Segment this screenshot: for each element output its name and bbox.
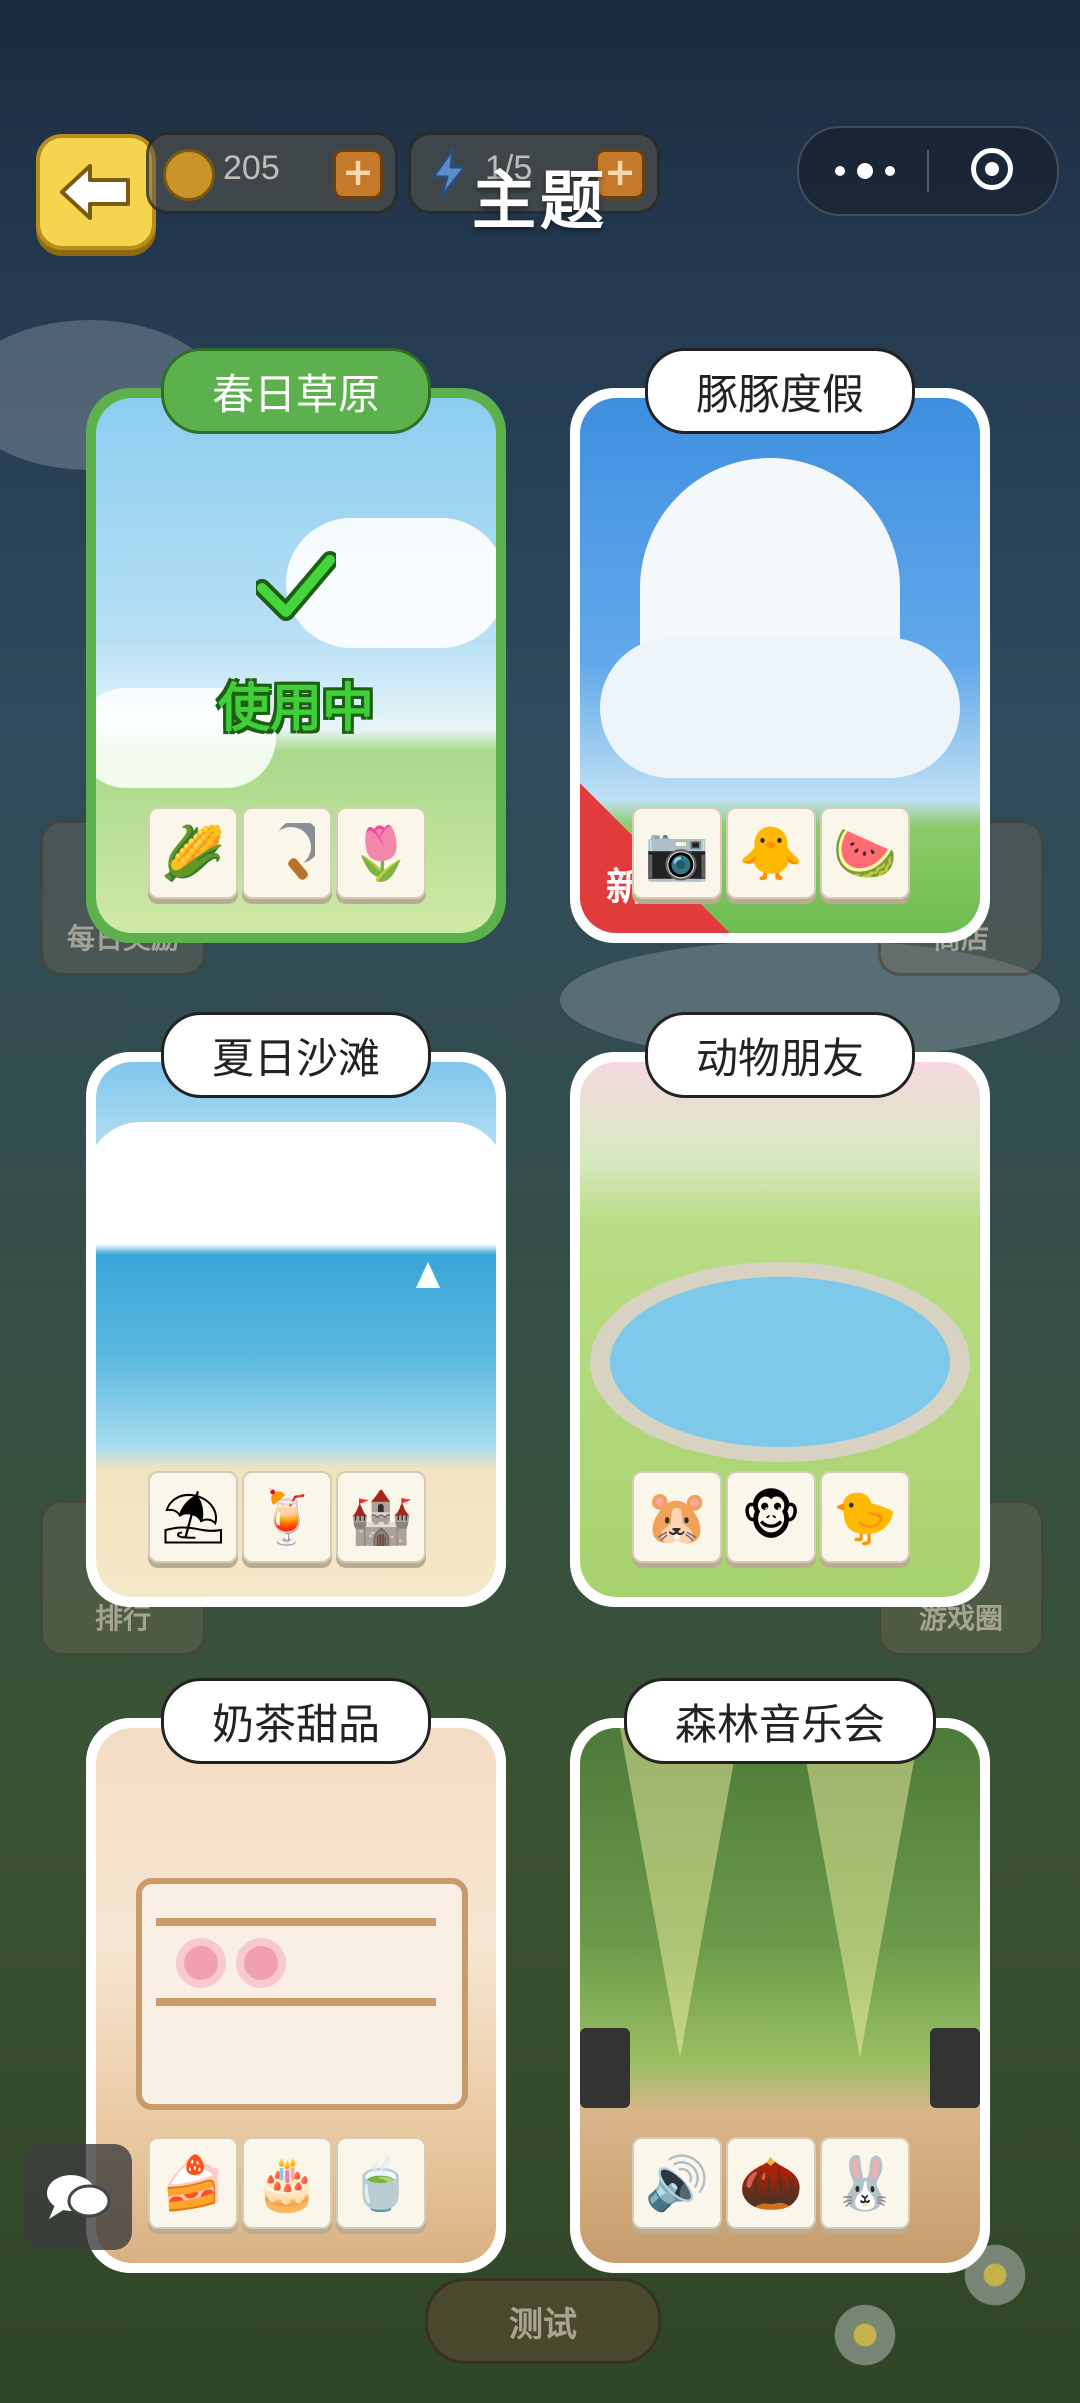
- theme-name: 豚豚度假: [644, 348, 916, 434]
- theme-name: 夏日沙滩: [160, 1012, 432, 1098]
- speaker-stack: [580, 2028, 630, 2108]
- spotlight-beam: [800, 1728, 920, 2058]
- chick-sunglasses-icon: 🐥: [726, 807, 816, 899]
- in-use-label: 使用中: [217, 679, 374, 739]
- sickle-icon: [242, 807, 332, 899]
- more-options-icon[interactable]: [835, 158, 895, 184]
- theme-item-tiles: 🐹 🐵 🐤: [632, 1471, 910, 1563]
- capybara-icon: 🐹: [632, 1471, 722, 1563]
- acorn-icon: 🌰: [726, 2137, 816, 2229]
- capybara-watermelon-icon: 🍉: [820, 807, 910, 899]
- theme-card-milk-tea-desserts[interactable]: 奶茶甜品 🍰 🎂 🍵: [86, 1678, 506, 2273]
- camera-icon: 📷: [632, 807, 722, 899]
- speaker-icon: 🔊: [632, 2137, 722, 2229]
- theme-name: 春日草原: [160, 348, 432, 434]
- theme-card-spring-meadow[interactable]: 春日草原 使用中 🌽 🌷: [86, 348, 506, 943]
- lemonade-icon: 🍹: [242, 1471, 332, 1563]
- strawberry-cake-icon: 🎂: [242, 2137, 332, 2229]
- theme-card-forest-concert[interactable]: 森林音乐会 🔊 🌰 🐰: [570, 1678, 990, 2273]
- beach-umbrella-icon: ⛱: [148, 1471, 238, 1563]
- theme-card-animal-friends[interactable]: 动物朋友 🐹 🐵 🐤: [570, 1012, 990, 1607]
- cake-slice-icon: 🍰: [148, 2137, 238, 2229]
- close-target-icon[interactable]: [971, 148, 1013, 190]
- matcha-drink-icon: 🍵: [336, 2137, 426, 2229]
- sailboat-icon: [416, 1262, 440, 1288]
- sandcastle-icon: 🏰: [336, 1471, 426, 1563]
- capsule-divider: [927, 150, 929, 192]
- flower-decoration: [830, 2300, 900, 2370]
- theme-item-tiles: 🍰 🎂 🍵: [148, 2137, 426, 2229]
- theme-name: 森林音乐会: [623, 1678, 937, 1764]
- theme-item-tiles: ⛱ 🍹 🏰: [148, 1471, 426, 1563]
- theme-item-tiles: 🌽 🌷: [148, 807, 426, 899]
- theme-name: 动物朋友: [644, 1012, 916, 1098]
- rabbit-guitar-icon: 🐰: [820, 2137, 910, 2229]
- theme-name: 奶茶甜品: [160, 1678, 432, 1764]
- tulip-icon: 🌷: [336, 807, 426, 899]
- chat-button[interactable]: [24, 2144, 132, 2250]
- theme-item-tiles: 🔊 🌰 🐰: [632, 2137, 910, 2229]
- theme-card-summer-beach[interactable]: 夏日沙滩 ⛱ 🍹 🏰: [86, 1012, 506, 1607]
- test-button: 测试: [425, 2278, 661, 2364]
- theme-card-capybara-vacation[interactable]: 豚豚度假 新 📷 🐥 🍉: [570, 348, 990, 943]
- donut-icon: [176, 1938, 226, 1988]
- corn-icon: 🌽: [148, 807, 238, 899]
- chick-icon: 🐤: [820, 1471, 910, 1563]
- donut-icon: [236, 1938, 286, 1988]
- chat-bubble-icon: [47, 2175, 111, 2219]
- monkey-icon: 🐵: [726, 1471, 816, 1563]
- speaker-stack: [930, 2028, 980, 2108]
- checkmark-icon: [256, 551, 336, 621]
- mini-program-capsule: [797, 126, 1059, 216]
- theme-item-tiles: 📷 🐥 🍉: [632, 807, 910, 899]
- spotlight-beam: [620, 1728, 740, 2058]
